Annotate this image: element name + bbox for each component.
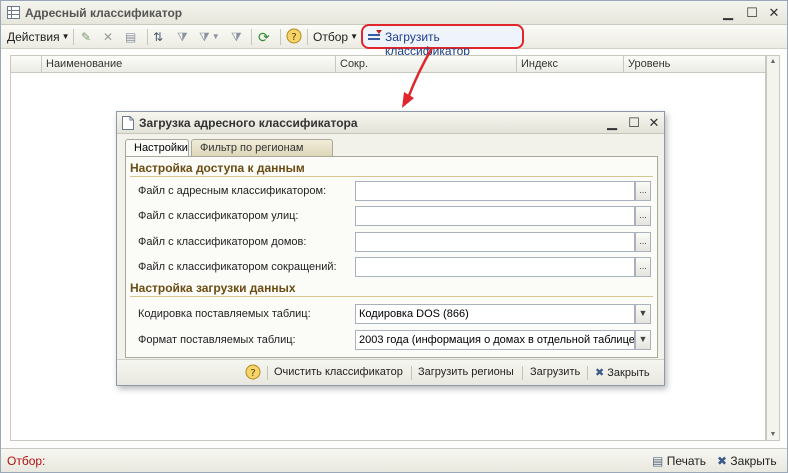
window-titlebar: Адресный классификатор ▁ ☐ ✕ — [1, 1, 787, 25]
dialog-close-button[interactable]: ✖ Закрыть — [595, 366, 650, 379]
help-icon[interactable]: ? — [286, 28, 302, 46]
filter-list-icon[interactable]: ⧩ ▼ — [199, 28, 220, 46]
filter-icon[interactable]: ⧩ — [177, 28, 188, 46]
column-level[interactable]: Уровень — [623, 56, 765, 73]
sort-icon[interactable]: ⇅ — [153, 28, 163, 46]
load-button[interactable]: Загрузить — [530, 366, 580, 378]
maximize-button[interactable]: ☐ — [743, 4, 761, 22]
table-icon — [7, 6, 20, 22]
close-x-icon: ✖ — [595, 367, 605, 379]
tab-region-filter[interactable]: Фильтр по регионам — [191, 139, 333, 157]
streets-file-label: Файл с классификатором улиц: — [138, 210, 299, 222]
vertical-scrollbar[interactable]: ▲ ▼ — [766, 55, 780, 441]
houses-file-input[interactable] — [355, 232, 635, 252]
actions-label: Действия — [7, 30, 60, 44]
svg-text:?: ? — [250, 368, 255, 379]
close-x-icon: ✖ — [717, 454, 728, 468]
help-icon[interactable]: ? — [245, 364, 261, 383]
statusbar: Отбор: ▤ Печать ✖ Закрыть — [1, 448, 787, 472]
status-filter-label[interactable]: Отбор: — [7, 454, 45, 468]
dialog-close-label: Закрыть — [607, 367, 650, 379]
address-file-label: Файл с адресным классификатором: — [138, 185, 327, 197]
column-name[interactable]: Наименование — [41, 56, 335, 73]
edit-icon[interactable]: ✎ — [81, 28, 91, 46]
abbr-file-browse-button[interactable]: ... — [635, 257, 651, 277]
section-access-title: Настройка доступа к данным — [130, 161, 653, 177]
settings-panel: Настройка доступа к данным Файл с адресн… — [125, 156, 658, 358]
dialog-maximize-button[interactable]: ☐ — [625, 114, 643, 132]
print-label: Печать — [666, 454, 706, 468]
address-file-browse-button[interactable]: ... — [635, 181, 651, 201]
encoding-select[interactable]: Кодировка DOS (866) — [355, 304, 635, 324]
format-select[interactable]: 2003 года (информация о домах в отдельно… — [355, 330, 635, 350]
close-icon[interactable]: ✕ — [765, 4, 783, 22]
filter-menu-button[interactable]: Отбор ▼ — [313, 28, 358, 46]
column-index[interactable]: Индекс — [516, 56, 623, 73]
houses-file-browse-button[interactable]: ... — [635, 232, 651, 252]
abbr-file-label: Файл с классификатором сокращений: — [138, 261, 337, 273]
load-classifier-label: Загрузить классификатор — [385, 30, 470, 58]
delete-icon[interactable]: ✕ — [103, 28, 113, 46]
dialog-footer: ? Очистить классификатор Загрузить регио… — [117, 359, 664, 385]
dialog-minimize-button[interactable]: ▁ — [603, 114, 621, 132]
save-icon[interactable]: ▤ — [125, 28, 136, 46]
print-icon: ▤ — [652, 454, 664, 468]
section-load-title: Настройка загрузки данных — [130, 281, 653, 297]
main-close-button[interactable]: ✖ Закрыть — [717, 454, 777, 468]
svg-text:?: ? — [291, 32, 296, 43]
minimize-button[interactable]: ▁ — [719, 4, 737, 22]
format-dropdown-icon[interactable]: ▼ — [635, 330, 651, 350]
clear-classifier-button[interactable]: Очистить классификатор — [274, 366, 403, 378]
column-abbr[interactable]: Сокр. — [335, 56, 516, 73]
houses-file-label: Файл с классификатором домов: — [138, 236, 307, 248]
document-icon — [122, 116, 134, 133]
streets-file-browse-button[interactable]: ... — [635, 206, 651, 226]
load-classifier-button[interactable]: Загрузить классификатор — [361, 24, 524, 58]
clear-filter-icon[interactable]: ⧩ — [231, 28, 242, 46]
main-close-label: Закрыть — [730, 454, 777, 468]
load-classifier-icon — [367, 29, 383, 48]
dialog-title: Загрузка адресного классификатора — [139, 116, 358, 130]
dialog-titlebar: Загрузка адресного классификатора ▁ ☐ ✕ — [117, 112, 664, 134]
encoding-label: Кодировка поставляемых таблиц: — [138, 308, 311, 320]
print-button[interactable]: ▤ Печать — [652, 454, 706, 468]
load-regions-button[interactable]: Загрузить регионы — [418, 366, 514, 378]
row-marker-column — [11, 56, 41, 73]
format-label: Формат поставляемых таблиц: — [138, 334, 296, 346]
address-file-input[interactable] — [355, 181, 635, 201]
table-header: Наименование Сокр. Индекс Уровень — [10, 55, 766, 73]
abbr-file-input[interactable] — [355, 257, 635, 277]
filter-label: Отбор — [313, 30, 349, 44]
refresh-icon[interactable]: ⟳ — [258, 28, 270, 46]
window-title: Адресный классификатор — [25, 6, 183, 20]
streets-file-input[interactable] — [355, 206, 635, 226]
load-classifier-dialog: Загрузка адресного классификатора ▁ ☐ ✕ … — [116, 111, 665, 386]
encoding-dropdown-icon[interactable]: ▼ — [635, 304, 651, 324]
dialog-close-icon[interactable]: ✕ — [645, 114, 663, 132]
actions-menu-button[interactable]: Действия ▼ — [7, 28, 70, 46]
